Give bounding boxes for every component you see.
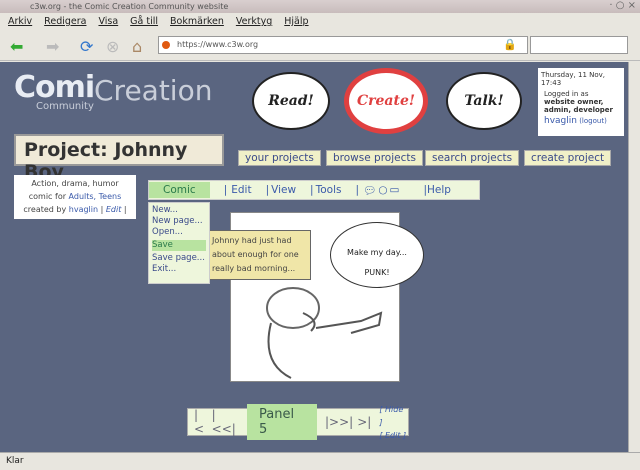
comic-dropdown-menu: New... New page... Open... Save Save pag… bbox=[148, 202, 210, 284]
read-bubble[interactable]: Read! bbox=[252, 72, 330, 130]
page-content: Comi Creation Community Read! Create! Ta… bbox=[0, 62, 628, 452]
logo-creation[interactable]: Creation bbox=[94, 74, 212, 107]
menu-bokmarken[interactable]: Bokmärken bbox=[170, 16, 224, 31]
menu-item-new-page[interactable]: New page... bbox=[152, 216, 206, 227]
menu-help[interactable]: Help bbox=[427, 184, 451, 196]
forward-icon[interactable]: ➡ bbox=[46, 37, 59, 56]
talk-bubble[interactable]: Talk! bbox=[446, 72, 522, 130]
hide-link[interactable]: Hide bbox=[385, 405, 403, 414]
panel-label: Panel 5 bbox=[247, 404, 318, 440]
search-input[interactable] bbox=[530, 36, 628, 54]
menu-ga-till[interactable]: Gå till bbox=[130, 16, 158, 31]
reload-icon[interactable]: ⟳ bbox=[80, 37, 93, 56]
username-link[interactable]: hvaglin bbox=[544, 116, 577, 126]
logo-community: Community bbox=[36, 101, 94, 112]
audience-prefix: comic for bbox=[28, 192, 66, 201]
menu-comic[interactable]: Comic bbox=[149, 182, 210, 198]
last-panel-button[interactable]: >| bbox=[357, 415, 371, 429]
menu-arkiv[interactable]: Arkiv bbox=[8, 16, 32, 31]
created-by-label: created by bbox=[23, 205, 67, 214]
site-icon bbox=[162, 41, 170, 49]
genre-text: Action, drama, humor bbox=[31, 179, 119, 188]
home-icon[interactable]: ⌂ bbox=[132, 37, 142, 56]
browse-projects-button[interactable]: browse projects bbox=[326, 150, 423, 166]
logo-comi[interactable]: Comi bbox=[14, 70, 95, 105]
first-panel-button[interactable]: |< bbox=[194, 408, 208, 436]
menu-redigera[interactable]: Redigera bbox=[44, 16, 86, 31]
menu-item-exit[interactable]: Exit... bbox=[152, 264, 206, 275]
menu-view[interactable]: View bbox=[271, 184, 296, 196]
caption-box-icon[interactable]: ▭ bbox=[390, 184, 400, 196]
create-project-button[interactable]: create project bbox=[524, 150, 612, 166]
menu-hjalp[interactable]: Hjälp bbox=[284, 16, 308, 31]
window-controls[interactable]: · ○ × bbox=[609, 0, 636, 11]
search-projects-button[interactable]: search projects bbox=[425, 150, 520, 166]
menu-tools[interactable]: Tools bbox=[316, 184, 342, 196]
edit-description-link[interactable]: Edit bbox=[106, 205, 122, 214]
create-bubble[interactable]: Create! bbox=[344, 68, 428, 134]
menu-item-save-page[interactable]: Save page... bbox=[152, 253, 206, 264]
stop-icon[interactable]: ⊗ bbox=[106, 37, 119, 56]
speech-line-1: Make my day... bbox=[347, 248, 407, 257]
logout-link[interactable]: (logout) bbox=[579, 117, 607, 125]
project-title: Project: Johnny Boy bbox=[14, 134, 224, 183]
menu-item-save[interactable]: Save bbox=[152, 240, 206, 251]
caption-box[interactable]: Johnny had just had about enough for one… bbox=[208, 230, 311, 280]
next-panel-button[interactable]: |>>| bbox=[325, 415, 353, 429]
status-bar: Klar bbox=[0, 452, 640, 470]
lock-icon: 🔒 bbox=[503, 38, 517, 51]
author-link[interactable]: hvaglin bbox=[69, 205, 98, 214]
logged-in-label: Logged in as bbox=[544, 90, 589, 98]
project-label: Project: bbox=[24, 139, 108, 161]
menu-item-open[interactable]: Open... bbox=[152, 227, 206, 238]
project-description: Action, drama, humor comic for Adults, T… bbox=[14, 175, 136, 219]
menu-verktyg[interactable]: Verktyg bbox=[236, 16, 272, 31]
thought-bubble-icon[interactable]: ○ bbox=[378, 184, 387, 196]
vertical-scrollbar[interactable] bbox=[628, 62, 640, 452]
user-info-box: Thursday, 11 Nov, 17:43 Logged in as web… bbox=[538, 68, 624, 136]
audience-link[interactable]: Adults, Teens bbox=[69, 192, 122, 201]
speech-bubble-icon[interactable]: 💬︎ bbox=[363, 184, 376, 197]
menu-item-new[interactable]: New... bbox=[152, 205, 206, 216]
speech-line-2: PUNK! bbox=[364, 268, 390, 277]
speech-bubble[interactable]: Make my day... PUNK! bbox=[330, 222, 424, 288]
date-text: Thursday, 11 Nov, 17:43 bbox=[541, 71, 606, 87]
user-roles: website owner, admin, developer bbox=[544, 98, 613, 114]
menu-edit[interactable]: Edit bbox=[231, 184, 251, 196]
panel-navigation: |< |<<| Panel 5 |>>| >| [ Hide ] [ Edit … bbox=[187, 404, 409, 440]
address-bar[interactable]: https://www.c3w.org bbox=[158, 36, 528, 54]
menu-visa[interactable]: Visa bbox=[98, 16, 118, 31]
edit-panel-link[interactable]: Edit bbox=[385, 431, 401, 440]
your-projects-button[interactable]: your projects bbox=[238, 150, 321, 166]
editor-menu-bar: Comic | Edit | View | Tools | 💬︎ ○ ▭ | Help bbox=[148, 180, 480, 200]
window-title: c3w.org - the Comic Creation Community w… bbox=[0, 0, 640, 13]
menu-bar: Arkiv Redigera Visa Gå till Bokmärken Ve… bbox=[0, 13, 640, 31]
prev-panel-button[interactable]: |<<| bbox=[212, 408, 239, 436]
back-icon[interactable]: ⬅ bbox=[10, 37, 23, 56]
